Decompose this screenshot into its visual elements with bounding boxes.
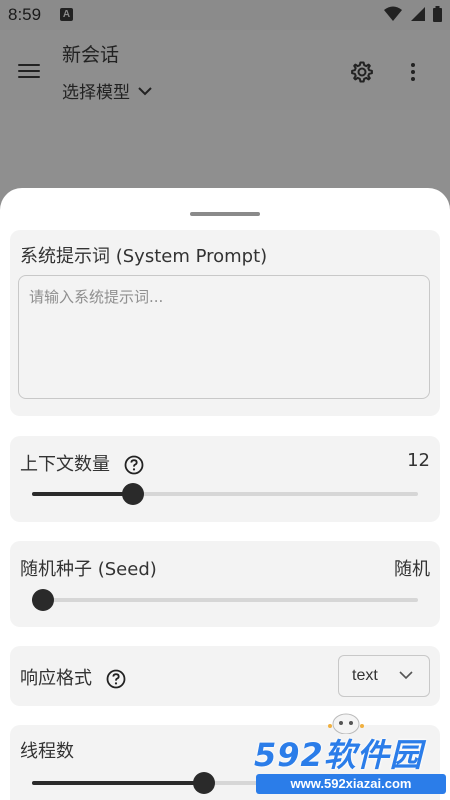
- settings-bottom-sheet: 系统提示词 (System Prompt) 上下文数量 12 随机种子 (See…: [0, 188, 450, 800]
- menu-icon: [18, 64, 44, 78]
- notification-a-icon: A: [60, 8, 73, 21]
- response-format-selected: text: [352, 667, 378, 684]
- more-options-button[interactable]: [406, 60, 420, 86]
- gear-icon[interactable]: [350, 60, 374, 84]
- slider-track-fill: [32, 492, 134, 496]
- signal-icon: [411, 7, 425, 21]
- context-count-label-row: 上下文数量: [20, 450, 144, 476]
- response-format-label-row: 响应格式: [20, 664, 126, 690]
- chevron-down-icon: [138, 86, 152, 95]
- wifi-icon: [384, 6, 402, 21]
- watermark-url: www.592xiazai.com: [256, 774, 446, 794]
- system-prompt-label: 系统提示词 (System Prompt): [20, 246, 268, 267]
- status-bar: 8:59 A: [0, 0, 450, 30]
- chevron-down-icon: [399, 671, 413, 680]
- response-format-label: 响应格式: [20, 668, 92, 689]
- menu-button[interactable]: [18, 60, 44, 82]
- status-icons: [384, 6, 442, 22]
- context-count-slider[interactable]: [32, 482, 418, 506]
- page-title: 新会话: [62, 44, 120, 66]
- drag-handle[interactable]: [190, 212, 260, 216]
- context-count-card: 上下文数量 12: [10, 436, 440, 522]
- model-select-label: 选择模型: [62, 83, 130, 103]
- help-circle-icon[interactable]: [106, 669, 126, 689]
- slider-thumb[interactable]: [32, 589, 54, 611]
- system-prompt-card: 系统提示词 (System Prompt): [10, 230, 440, 416]
- context-count-value: 12: [407, 450, 430, 471]
- seed-slider[interactable]: [32, 588, 418, 612]
- watermark-logo: 592软件园 www.592xiazai.com: [248, 713, 450, 800]
- model-select-button[interactable]: 选择模型: [62, 78, 152, 103]
- slider-track: [32, 598, 418, 602]
- help-circle-icon[interactable]: [124, 455, 144, 475]
- more-vert-icon: [406, 63, 420, 81]
- top-app-bar: 新会话 选择模型: [0, 30, 450, 110]
- response-format-card: 响应格式 text: [10, 646, 440, 706]
- battery-icon: [433, 6, 442, 22]
- seed-card: 随机种子 (Seed) 随机: [10, 541, 440, 627]
- system-prompt-input[interactable]: [18, 275, 430, 399]
- slider-track-fill: [32, 781, 205, 785]
- status-time: 8:59: [8, 5, 42, 24]
- context-count-label: 上下文数量: [20, 454, 110, 475]
- threads-label: 线程数: [20, 741, 74, 762]
- seed-value: 随机: [394, 559, 430, 580]
- slider-thumb[interactable]: [193, 772, 216, 794]
- watermark-brand: 592软件园: [254, 736, 423, 774]
- seed-label: 随机种子 (Seed): [20, 559, 157, 580]
- slider-thumb[interactable]: [122, 483, 145, 505]
- response-format-dropdown[interactable]: text: [338, 655, 430, 697]
